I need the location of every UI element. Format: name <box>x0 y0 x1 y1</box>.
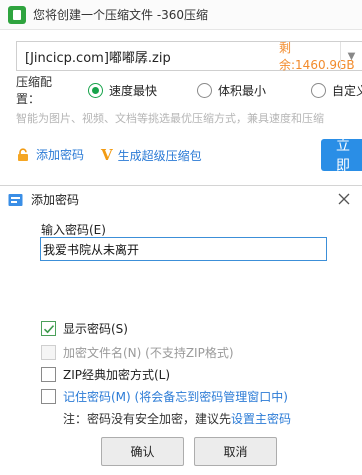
window-title: 您将创建一个压缩文件 -360压缩 <box>33 8 209 22</box>
radio-speed[interactable]: 速度最快 <box>88 82 157 99</box>
compress-now-button[interactable]: 立即 <box>321 138 362 174</box>
set-master-password-link[interactable]: 设置主密码 <box>231 412 291 426</box>
mode-hint: 智能为图片、视频、文档等挑选最优压缩方式，兼具速度和压缩 <box>16 112 324 125</box>
password-input-label: 输入密码(E) <box>41 223 106 237</box>
radio-icon[interactable] <box>311 82 326 98</box>
radio-speed-label: 速度最快 <box>109 83 158 98</box>
super-pack-link[interactable]: V 生成超级压缩包 <box>101 146 202 164</box>
radio-size-label: 体积最小 <box>218 83 267 98</box>
remember-password-label: 记住密码(M) (将会备忘到密码管理窗口中) <box>63 390 288 404</box>
window-titlebar: 您将创建一个压缩文件 -360压缩 <box>0 0 362 30</box>
compress-config-row: 压缩配置： 速度最快 体积最小 自定义 <box>16 75 362 106</box>
password-input[interactable] <box>40 237 327 261</box>
dialog-title: 添加密码 <box>31 193 80 207</box>
show-password-option[interactable]: 显示密码(S) <box>41 320 128 337</box>
encrypt-filename-label: 加密文件名(N) (不支持ZIP格式) <box>63 346 234 360</box>
super-pack-label: 生成超级压缩包 <box>117 148 202 163</box>
checkbox-disabled-icon <box>41 345 56 360</box>
radio-custom-label: 自定义 <box>332 83 362 98</box>
checkbox-icon[interactable] <box>41 367 56 382</box>
encrypt-filename-option: 加密文件名(N) (不支持ZIP格式) <box>41 344 234 361</box>
lock-icon <box>18 147 28 161</box>
dialog-titlebar: 添加密码 <box>0 186 362 213</box>
add-password-label: 添加密码 <box>36 148 85 162</box>
dialog-app-icon <box>8 193 23 206</box>
add-password-dialog: 添加密码 输入密码(E) 显示密码(S) 加密文件名(N) (不支持ZIP格式)… <box>0 185 362 475</box>
zip-classic-encryption-option[interactable]: ZIP经典加密方式(L) <box>41 366 170 383</box>
checkbox-icon[interactable] <box>41 389 56 404</box>
confirm-button[interactable]: 确认 <box>101 437 184 466</box>
chevron-down-icon[interactable]: ▼ <box>340 42 362 70</box>
config-label: 压缩配置： <box>16 75 53 106</box>
radio-icon[interactable] <box>197 82 212 98</box>
output-path-text: [Jincicp.com]嘟嘟孱.zip <box>25 50 171 66</box>
app-logo-icon <box>8 5 26 24</box>
vip-icon: V <box>101 146 113 164</box>
add-password-link[interactable]: 添加密码 <box>16 146 84 163</box>
security-note: 注：密码没有安全加密，建议先设置主密码 <box>63 410 291 427</box>
compress-window: 您将创建一个压缩文件 -360压缩 [Jincicp.com]嘟嘟孱.zip 剩… <box>0 0 362 185</box>
checkbox-checked-icon[interactable] <box>41 321 56 336</box>
remember-password-option[interactable]: 记住密码(M) (将会备忘到密码管理窗口中) <box>41 388 288 405</box>
radio-size[interactable]: 体积最小 <box>197 82 266 99</box>
show-password-label: 显示密码(S) <box>63 322 128 336</box>
zip-classic-encryption-label: ZIP经典加密方式(L) <box>63 368 171 382</box>
cancel-button[interactable]: 取消 <box>194 437 277 466</box>
security-note-text: 注：密码没有安全加密，建议先 <box>63 412 232 426</box>
radio-custom[interactable]: 自定义 <box>311 82 362 99</box>
output-path-field[interactable]: [Jincicp.com]嘟嘟孱.zip 剩余:1460.9GB ▼ <box>16 41 362 72</box>
close-icon[interactable] <box>336 191 352 207</box>
radio-selected-icon[interactable] <box>88 82 103 98</box>
